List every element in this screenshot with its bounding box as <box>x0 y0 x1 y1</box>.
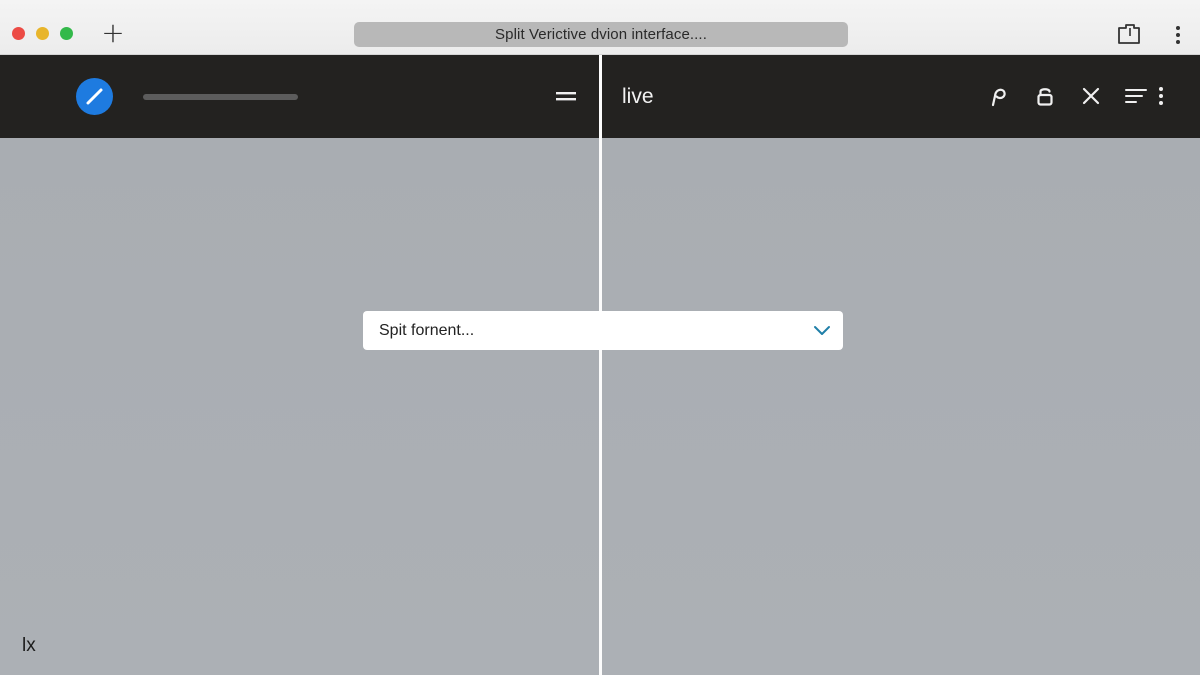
edit-button[interactable] <box>76 78 113 115</box>
more-vert-icon[interactable] <box>1154 84 1168 108</box>
split-format-select[interactable]: Spit fornent... <box>363 311 843 350</box>
address-bar[interactable]: Split Verictive dvion interface.... <box>354 22 848 47</box>
pen-icon <box>86 88 103 105</box>
pane-title: live <box>622 85 654 108</box>
close-icon[interactable] <box>1079 84 1103 108</box>
equals-icon[interactable] <box>556 89 576 103</box>
search-loop-icon[interactable] <box>986 84 1010 108</box>
zoom-window-dot[interactable] <box>60 27 73 40</box>
kebab-menu-icon[interactable] <box>1170 24 1186 46</box>
split-divider-handle[interactable] <box>599 55 602 675</box>
chevron-down-icon <box>814 326 830 335</box>
sort-icon[interactable] <box>1124 84 1150 108</box>
corner-label: lx <box>22 635 36 656</box>
close-window-dot[interactable] <box>12 27 25 40</box>
select-value: Spit fornent... <box>379 322 475 339</box>
search-field[interactable] <box>143 94 298 100</box>
browser-toolbar: + Split Verictive dvion interface.... <box>0 0 1200 55</box>
new-tab-button[interactable]: + <box>100 19 126 47</box>
app-window: + Split Verictive dvion interface.... li… <box>0 0 1200 675</box>
minimize-window-dot[interactable] <box>36 27 49 40</box>
share-icon[interactable] <box>1116 22 1142 46</box>
lock-icon[interactable] <box>1033 84 1057 108</box>
